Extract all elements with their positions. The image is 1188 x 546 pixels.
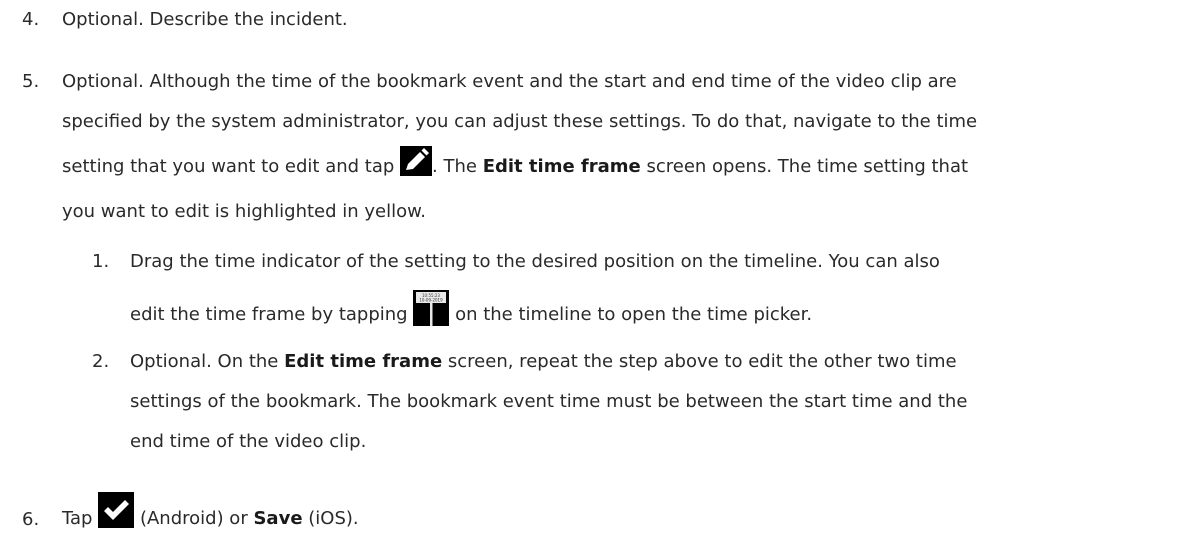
step-text-line: setting that you want to edit and tap . … bbox=[62, 142, 1172, 192]
step-number: 1. bbox=[92, 251, 110, 272]
step-6: 6. Tap (Android) or Save (iOS). bbox=[0, 492, 1188, 544]
step-text: Optional. Describe the incident. bbox=[62, 9, 348, 30]
step-text-line: Tap (Android) or Save (iOS). bbox=[62, 492, 1172, 544]
step-number: 2. bbox=[92, 351, 110, 372]
step-text-line: settings of the bookmark. The bookmark e… bbox=[130, 391, 968, 412]
svg-text:10-09-2019: 10-09-2019 bbox=[420, 298, 444, 303]
step-number: 4. bbox=[22, 9, 40, 30]
step-text-line: end time of the video clip. bbox=[130, 431, 367, 452]
step-text-line: Optional. Although the time of the bookm… bbox=[62, 71, 957, 92]
step-5: 5. Optional. Although the time of the bo… bbox=[0, 62, 1188, 232]
step-text-line: Drag the time indicator of the setting t… bbox=[130, 251, 940, 272]
substep-1: 1. Drag the time indicator of the settin… bbox=[0, 242, 1188, 340]
time-marker-icon: 10:55:23 10-09-2019 bbox=[413, 290, 450, 326]
step-text-line: specified by the system administrator, y… bbox=[62, 111, 978, 132]
step-number: 6. bbox=[22, 509, 40, 530]
checkmark-icon bbox=[98, 492, 135, 528]
step-text-line: you want to edit is highlighted in yello… bbox=[62, 201, 426, 222]
substep-2: 2. Optional. On the Edit time frame scre… bbox=[0, 342, 1188, 462]
step-text-line: Optional. On the Edit time frame screen,… bbox=[130, 351, 957, 372]
pencil-edit-icon bbox=[400, 146, 433, 176]
step-4: 4. Optional. Describe the incident. bbox=[0, 0, 1188, 40]
step-text-line: edit the time frame by tapping 10:55:23 … bbox=[130, 290, 1170, 340]
step-number: 5. bbox=[22, 71, 40, 92]
